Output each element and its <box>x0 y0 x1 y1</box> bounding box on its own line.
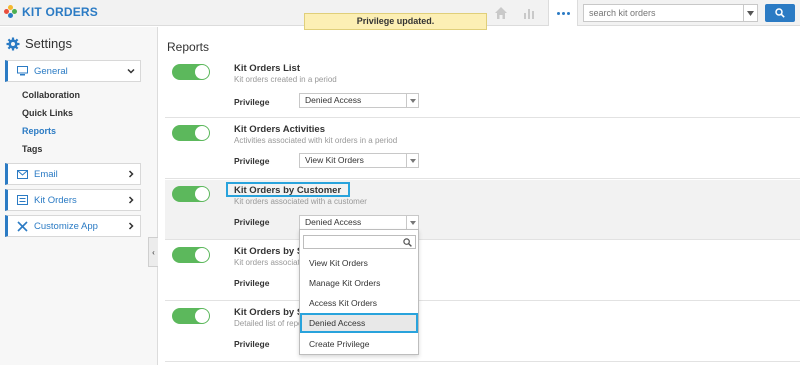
sidebar-item-label: General <box>34 65 68 77</box>
report-description: Detailed list of repo <box>234 319 303 328</box>
report-row: Kit Orders by S Kit orders associat Priv… <box>165 241 800 301</box>
search-icon <box>775 8 785 18</box>
chevron-down-icon <box>406 94 418 107</box>
report-toggle[interactable] <box>172 308 210 324</box>
report-description: Kit orders associated with a customer <box>234 197 367 206</box>
report-title: Kit Orders Activities <box>234 124 325 135</box>
report-toggle[interactable] <box>172 125 210 141</box>
sidebar-item-customize-app[interactable]: Customize App <box>5 215 141 237</box>
settings-heading: Settings <box>6 36 72 51</box>
report-row: Kit Orders List Kit orders created in a … <box>165 58 800 118</box>
dropdown-search-input[interactable] <box>303 235 416 249</box>
report-title: Kit Orders by S <box>234 246 304 257</box>
report-row: Kit Orders by S Detailed list of repo Pr… <box>165 302 800 362</box>
report-toggle[interactable] <box>172 247 210 263</box>
dropdown-option-manage-kit-orders[interactable]: Manage Kit Orders <box>300 273 418 293</box>
dropdown-option-create-privilege[interactable]: Create Privilege <box>300 334 418 354</box>
logo-icon <box>4 5 18 19</box>
search-button[interactable] <box>765 4 795 22</box>
privilege-dropdown[interactable]: View Kit Orders Manage Kit Orders Access… <box>299 229 419 355</box>
privilege-value: Denied Access <box>305 95 362 105</box>
dropdown-option-access-kit-orders[interactable]: Access Kit Orders <box>300 293 418 313</box>
monitor-icon <box>16 66 28 76</box>
settings-title: Settings <box>25 36 72 51</box>
chevron-right-icon <box>128 170 134 178</box>
dropdown-option-view-kit-orders[interactable]: View Kit Orders <box>300 253 418 273</box>
sidebar-item-general[interactable]: General <box>5 60 141 82</box>
app-title: KIT ORDERS <box>22 5 99 19</box>
report-title: Kit Orders List <box>234 63 300 74</box>
gear-icon <box>6 37 20 50</box>
search-box[interactable] <box>583 4 758 22</box>
chevron-right-icon <box>128 196 134 204</box>
chevron-down-icon[interactable] <box>743 5 757 21</box>
chevron-down-icon <box>406 216 418 229</box>
privilege-label: Privilege <box>234 278 270 288</box>
sidebar-sub-reports[interactable]: Reports <box>22 126 56 136</box>
dropdown-option-denied-access[interactable]: Denied Access <box>300 313 418 333</box>
report-description: Kit orders created in a period <box>234 75 337 84</box>
list-icon <box>16 195 28 205</box>
sidebar-sub-collaboration[interactable]: Collaboration <box>22 90 80 100</box>
chevron-down-icon <box>406 154 418 167</box>
privilege-label: Privilege <box>234 339 270 349</box>
chevron-down-icon <box>127 68 135 74</box>
bar-chart-icon[interactable] <box>522 6 536 20</box>
report-toggle[interactable] <box>172 186 210 202</box>
search-icon <box>403 238 412 247</box>
tools-icon <box>16 220 28 232</box>
privilege-select[interactable]: Denied Access <box>299 215 419 230</box>
report-title: Kit Orders by S <box>234 307 304 318</box>
report-row: Kit Orders Activities Activities associa… <box>165 119 800 179</box>
sidebar-collapse-button[interactable]: ‹ <box>148 237 158 267</box>
more-icon[interactable] <box>548 0 578 26</box>
privilege-label: Privilege <box>234 156 270 166</box>
privilege-value: View Kit Orders <box>305 155 364 165</box>
sidebar-item-label: Customize App <box>34 220 98 232</box>
search-input[interactable] <box>584 5 744 21</box>
sidebar-item-kit-orders[interactable]: Kit Orders <box>5 189 141 211</box>
privilege-select[interactable]: Denied Access <box>299 93 419 108</box>
report-description: Activities associated with kit orders in… <box>234 136 398 145</box>
sidebar: Settings General Collaboration Quick Lin… <box>0 27 158 365</box>
sidebar-sub-tags[interactable]: Tags <box>22 144 42 154</box>
home-icon[interactable] <box>494 6 508 20</box>
highlight-box <box>226 182 350 197</box>
sidebar-item-label: Email <box>34 168 58 180</box>
privilege-select[interactable]: View Kit Orders <box>299 153 419 168</box>
envelope-icon <box>16 169 28 179</box>
toast-notification: Privilege updated. <box>304 13 487 30</box>
app-logo[interactable]: KIT ORDERS <box>4 5 98 19</box>
report-description: Kit orders associat <box>234 258 300 267</box>
sidebar-item-label: Kit Orders <box>34 194 77 206</box>
chevron-right-icon <box>128 222 134 230</box>
page-title: Reports <box>167 40 210 54</box>
sidebar-sub-quick-links[interactable]: Quick Links <box>22 108 73 118</box>
privilege-label: Privilege <box>234 97 270 107</box>
privilege-label: Privilege <box>234 217 270 227</box>
sidebar-item-email[interactable]: Email <box>5 163 141 185</box>
report-toggle[interactable] <box>172 64 210 80</box>
privilege-value: Denied Access <box>305 217 362 227</box>
